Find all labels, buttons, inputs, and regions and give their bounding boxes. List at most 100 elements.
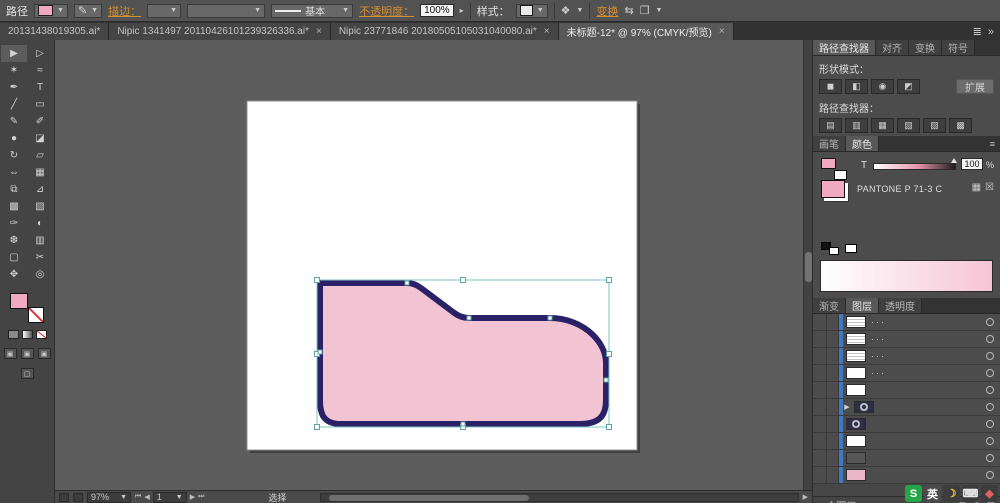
lock-toggle[interactable] [827,450,839,466]
none-button[interactable] [35,330,47,339]
stroke-link[interactable]: 描边： [108,3,141,19]
target-circle-icon[interactable] [986,369,994,377]
recolor-artwork-icon[interactable]: ❖ [561,4,571,17]
lock-toggle[interactable] [827,331,839,347]
fill-swatch[interactable] [10,293,28,309]
perspective-grid-tool[interactable]: ⊿ [27,181,53,198]
screen-mode-icon[interactable]: ▢ [20,368,34,379]
selection-tool[interactable]: ▶ [1,45,27,62]
unite-icon[interactable]: ◼ [819,79,842,94]
hand-tool[interactable]: ✥ [1,266,27,283]
rectangle-tool[interactable]: ▭ [27,96,53,113]
minus-back-icon[interactable]: ▩ [949,118,972,133]
minus-front-icon[interactable]: ◧ [845,79,868,94]
target-circle-icon[interactable] [986,437,994,445]
layer-row[interactable] [813,382,1000,399]
target-circle-icon[interactable] [986,403,994,411]
layer-row[interactable]: ··· [813,365,1000,382]
opacity-value-field[interactable]: 100% [420,4,454,17]
crop-icon[interactable]: ▧ [897,118,920,133]
horizontal-scrollbar[interactable] [320,492,799,502]
layers-group-tab[interactable]: 透明度 [879,298,922,313]
gradient-button[interactable] [21,330,33,339]
vertical-scrollbar-thumb[interactable] [805,252,812,282]
document-tab[interactable]: 未标题-12* @ 97% (CMYK/预览) × [558,23,734,40]
panel-fill-swatch[interactable] [821,158,836,169]
blend-tool[interactable]: ◐ [27,215,53,232]
visibility-toggle[interactable] [813,382,827,398]
white-proxy-swatch[interactable] [845,244,857,253]
pathfinder-group-tab[interactable]: 对齐 [876,40,909,55]
zoom-tool[interactable]: ◎ [27,266,53,283]
line-tool[interactable]: ╱ [1,96,27,113]
panel-menu-icon[interactable]: ≡ [985,136,1000,151]
layer-thumbnail[interactable] [846,316,866,328]
layer-row[interactable] [813,450,1000,467]
visibility-toggle[interactable] [813,450,827,466]
layer-thumbnail[interactable] [846,350,866,362]
layer-row[interactable] [813,467,1000,484]
layers-group-tab[interactable]: 图层 [846,298,879,313]
target-circle-icon[interactable] [986,420,994,428]
opacity-link[interactable]: 不透明度： [359,3,414,19]
color-grid-icon[interactable]: ▦ [972,182,981,193]
artboard-tool[interactable]: ▢ [1,249,27,266]
last-artboard-icon[interactable]: ⏭ [198,493,204,501]
vertical-scrollbar[interactable] [803,40,812,490]
visibility-toggle[interactable] [813,416,827,432]
toolbox-icon[interactable]: ◆ [981,485,998,502]
scale-tool[interactable]: ▱ [27,147,53,164]
white-swatch[interactable] [829,247,839,255]
layers-group-tab[interactable]: 渐变 [813,298,846,313]
layer-row[interactable]: ··· [813,314,1000,331]
tab-menu-icon[interactable]: ≣ [973,25,982,38]
horizontal-scrollbar-thumb[interactable] [329,494,530,501]
artboard-number-field[interactable]: 1 ▼ [152,491,187,503]
visibility-toggle[interactable] [813,399,827,415]
layer-row[interactable] [813,416,1000,433]
lock-toggle[interactable] [827,416,839,432]
layer-thumbnail[interactable] [846,384,866,396]
direct-selection-tool[interactable]: ▷ [27,45,53,62]
visibility-toggle[interactable] [813,467,827,483]
draw-behind-icon[interactable]: ▣ [20,348,34,359]
transform-link[interactable]: 变换 [596,3,618,19]
document-tab[interactable]: 20131438019305.ai* [0,23,110,40]
color-button[interactable] [7,330,19,339]
outline-icon[interactable]: ▨ [923,118,946,133]
stroke-weight-dropdown[interactable]: ▼ [147,3,182,18]
color-group-tab[interactable]: 画笔 [813,136,846,151]
none-color-icon[interactable]: ☒ [985,182,994,193]
moon-mode-icon[interactable]: ☽ [943,485,960,502]
lock-toggle[interactable] [827,365,839,381]
mesh-tool[interactable]: ▩ [1,198,27,215]
target-circle-icon[interactable] [986,352,994,360]
lock-toggle[interactable] [827,382,839,398]
target-circle-icon[interactable] [986,454,994,462]
target-circle-icon[interactable] [986,386,994,394]
align-icon[interactable]: ⇆ [624,4,633,17]
tint-slider-handle[interactable] [951,158,957,163]
draw-inside-icon[interactable]: ▣ [37,348,51,359]
status-mini-icon[interactable] [73,492,83,502]
lock-toggle[interactable] [827,399,839,415]
visibility-toggle[interactable] [813,433,827,449]
lock-toggle[interactable] [827,348,839,364]
stroke-swatch[interactable] [28,307,44,323]
document-tab[interactable]: Nipic 1341497 20110426101239326336.ai* × [109,23,331,40]
soft-keyboard-icon[interactable]: ⌨ [962,485,979,502]
next-artboard-icon[interactable]: ▶ [190,493,195,501]
divide-icon[interactable]: ▤ [819,118,842,133]
target-circle-icon[interactable] [986,471,994,479]
trim-icon[interactable]: ▥ [845,118,868,133]
layer-thumbnail[interactable] [846,452,866,464]
tab-overflow-icon[interactable]: » [988,26,994,38]
canvas-area[interactable] [55,40,803,490]
isolate-icon[interactable]: ❐ [640,4,650,17]
opacity-stepper-icon[interactable]: ▸ [460,6,464,15]
type-tool[interactable]: T [27,79,53,96]
tab-close-icon[interactable]: × [544,26,550,37]
stroke-color-dropdown[interactable]: ✎ ▼ [73,3,103,18]
color-group-tab[interactable]: 颜色 [846,136,879,151]
shape-builder-tool[interactable]: ⧉ [1,181,27,198]
